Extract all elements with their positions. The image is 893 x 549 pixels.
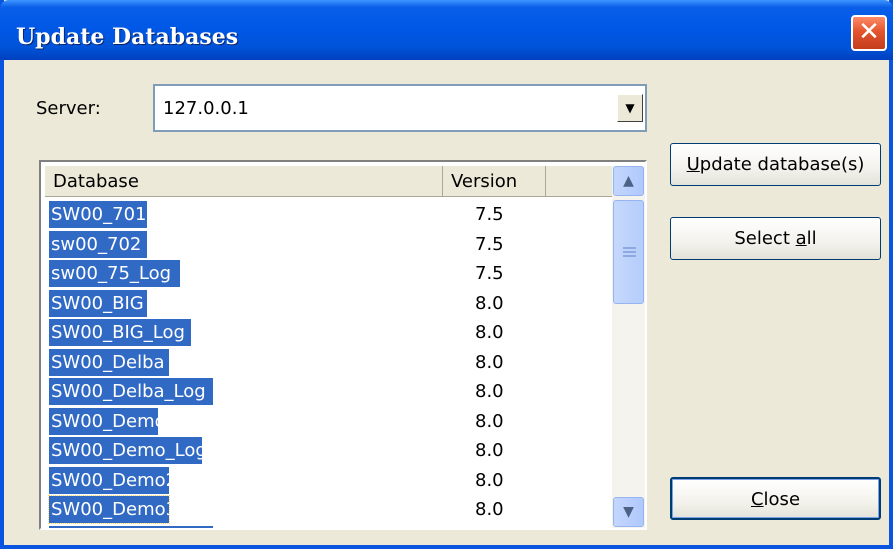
scroll-thumb[interactable] <box>613 200 644 304</box>
table-row[interactable]: SW00_Demo 8.0 <box>45 406 613 436</box>
database-version: 8.0 <box>475 381 504 402</box>
database-version: 8.0 <box>475 469 504 491</box>
database-version: 8.0 <box>475 410 504 432</box>
table-row[interactable]: SW00_Demo3 8.0 <box>45 494 613 524</box>
table-row[interactable]: sw00_702 7.5 <box>45 229 613 259</box>
database-version: 7.5 <box>475 233 504 255</box>
table-row[interactable]: SW00_701 7.5 <box>45 199 613 229</box>
list-rows: SW00_701 7.5 sw00_702 7.5 sw00_75_Log 7.5 SW00… <box>45 199 613 529</box>
database-name: sw00_75_Log <box>49 260 180 287</box>
table-row[interactable]: SW00_Demo3_Log 8.0 <box>45 524 613 529</box>
close-label-accel: C <box>750 489 764 510</box>
scroll-up-icon[interactable]: ▲ <box>613 166 644 196</box>
grip-icon <box>623 247 636 257</box>
database-version: 8.0 <box>475 499 504 520</box>
database-version: 7.5 <box>475 204 504 225</box>
update-databases-window: Update Databases ✕ Server: 127.0.0.1 ▼ D… <box>0 0 893 549</box>
close-label-post: lose <box>763 489 801 510</box>
select-all-button[interactable]: Select all <box>670 217 881 260</box>
server-label: Server: <box>36 98 101 119</box>
update-label-accel: U <box>686 154 700 175</box>
table-row[interactable]: SW00_Delba_Log 8.0 <box>45 376 613 406</box>
server-value: 127.0.0.1 <box>163 98 249 119</box>
list-header: Database Version <box>45 166 619 197</box>
table-row[interactable]: SW00_BIG 8.0 <box>45 288 613 318</box>
select-all-label-accel: a <box>795 228 807 249</box>
table-row[interactable]: SW00_Demo_Log 8.0 <box>45 435 613 465</box>
table-row[interactable]: SW00_Delba 8.0 <box>45 347 613 377</box>
select-all-label-pre: Select <box>734 228 796 249</box>
table-row[interactable]: SW00_BIG_Log 8.0 <box>45 317 613 347</box>
server-dropdown[interactable]: 127.0.0.1 ▼ <box>153 84 647 132</box>
database-version: 8.0 <box>475 440 504 461</box>
database-name: SW00_701 <box>49 201 147 228</box>
database-name: SW00_Delba <box>49 348 169 376</box>
database-version: 8.0 <box>475 351 504 373</box>
dropdown-arrow-icon[interactable]: ▼ <box>617 94 643 122</box>
column-header-version[interactable]: Version <box>443 166 546 197</box>
database-name: SW00_Demo3 <box>48 495 177 524</box>
database-version: 8.0 <box>475 322 504 343</box>
vertical-scrollbar[interactable]: ▲ ▼ <box>612 166 645 528</box>
table-row[interactable]: sw00_75_Log 7.5 <box>45 258 613 288</box>
update-databases-button[interactable]: Update database(s) <box>670 143 881 186</box>
database-name: SW00_Demo <box>49 407 166 435</box>
close-window-button[interactable]: ✕ <box>851 15 887 51</box>
select-all-label-post: ll <box>806 228 817 249</box>
database-name: SW00_Demo_Log <box>49 437 207 464</box>
database-version: 7.5 <box>475 263 504 284</box>
database-name: SW00_Delba_Log <box>49 378 213 405</box>
database-version: 8.0 <box>475 526 504 529</box>
title-bar[interactable]: Update Databases ✕ <box>0 0 893 60</box>
database-name: SW00_Demo2 <box>49 466 177 494</box>
database-version: 8.0 <box>475 292 504 314</box>
window-title: Update Databases <box>16 24 239 50</box>
database-name: SW00_Demo3_Log <box>49 525 213 528</box>
database-name: sw00_702 <box>49 230 147 258</box>
update-label-post: pdate database(s) <box>699 154 865 175</box>
scroll-down-icon[interactable]: ▼ <box>613 497 644 527</box>
database-name: SW00_BIG_Log <box>49 319 191 346</box>
table-row[interactable]: SW00_Demo2 8.0 <box>45 465 613 495</box>
database-name: SW00_BIG <box>49 289 147 317</box>
database-list[interactable]: Database Version SW00_701 7.5 sw00_702 7.5 s… <box>39 160 647 530</box>
close-button[interactable]: Close <box>670 477 881 520</box>
column-header-database[interactable]: Database <box>45 166 443 197</box>
